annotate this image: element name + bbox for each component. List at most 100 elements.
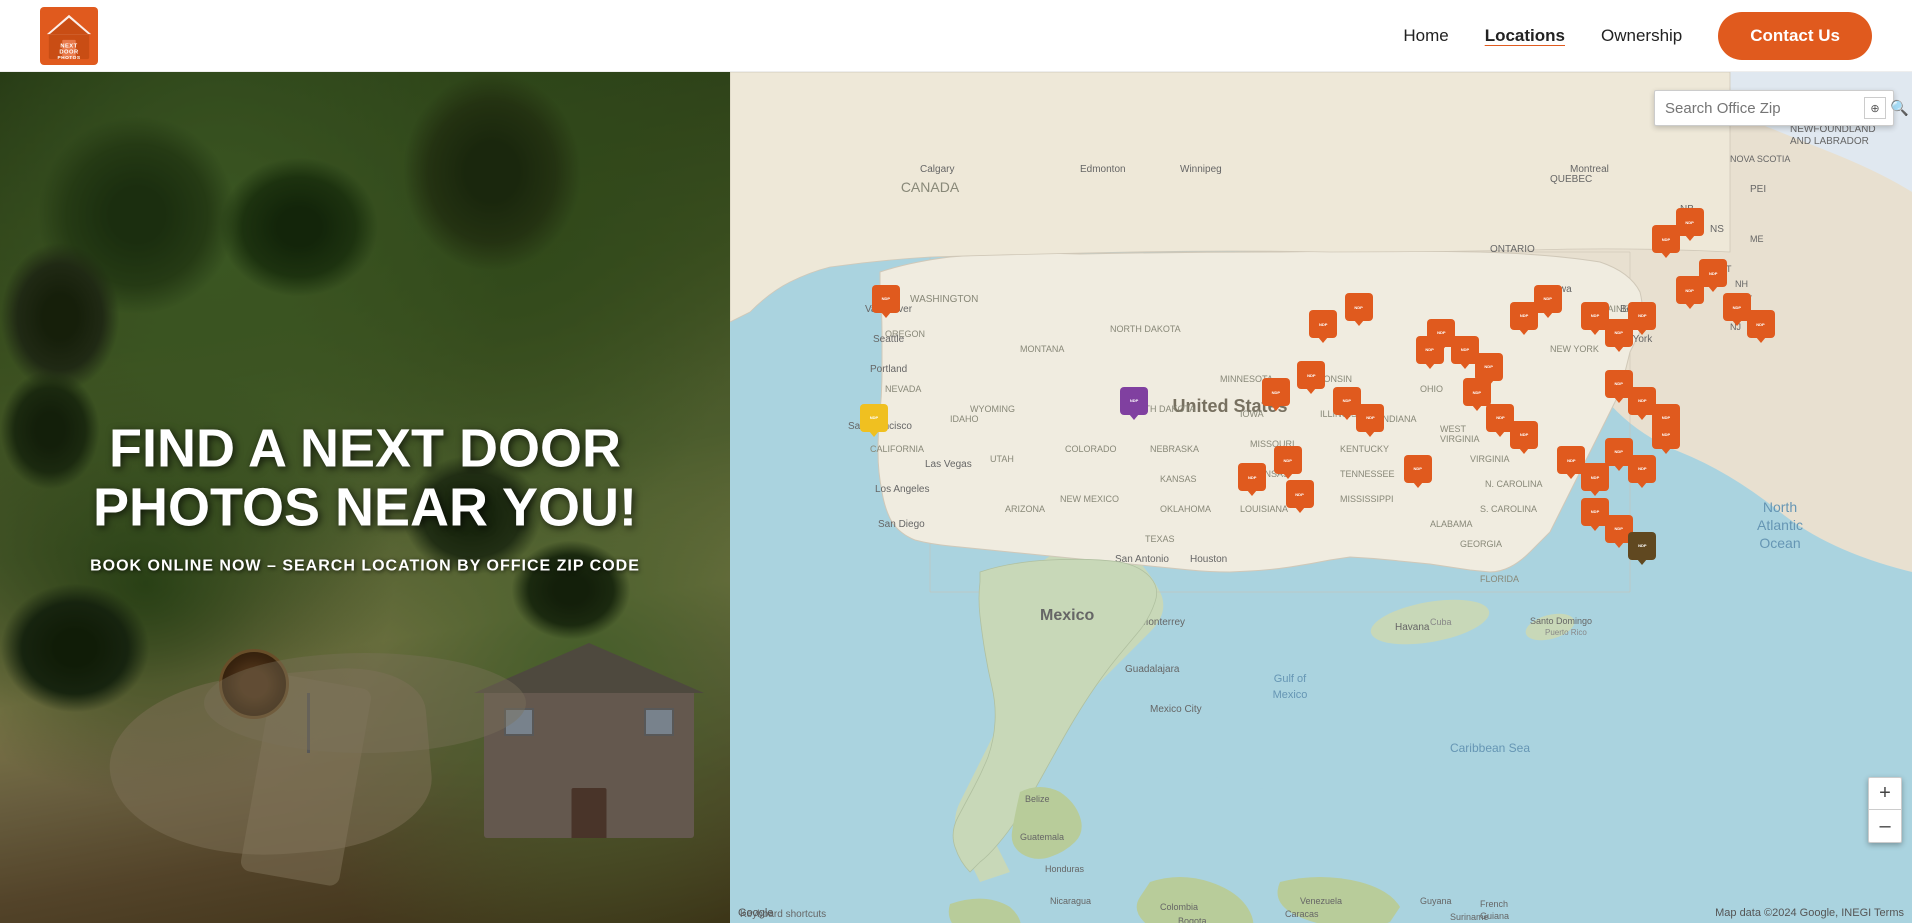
svg-text:Las Vegas: Las Vegas — [925, 459, 972, 470]
search-bar[interactable]: ⊕ 🔍 — [1654, 90, 1894, 126]
map-attribution-right: Map data ©2024 Google, INEGI Terms — [1715, 907, 1904, 919]
svg-text:WEST: WEST — [1440, 424, 1467, 434]
logo-area[interactable]: NEXT DOOR PHOTOS — [40, 7, 98, 65]
svg-text:ALABAMA: ALABAMA — [1430, 519, 1473, 529]
svg-text:ONTARIO: ONTARIO — [1490, 244, 1535, 255]
map-pin-tx3[interactable]: NDP — [1274, 446, 1302, 476]
svg-text:Belize: Belize — [1025, 794, 1050, 804]
svg-text:CANADA: CANADA — [901, 179, 960, 195]
hero-text: FIND A NEXT DOOR PHOTOS NEAR YOU! BOOK O… — [75, 419, 655, 576]
svg-text:IDAHO: IDAHO — [950, 414, 979, 424]
svg-text:S. CAROLINA: S. CAROLINA — [1480, 504, 1537, 514]
svg-text:PHOTOS: PHOTOS — [57, 55, 80, 61]
svg-text:Nicaragua: Nicaragua — [1050, 896, 1091, 906]
map-pin-ct1[interactable]: NDP — [1747, 310, 1775, 340]
svg-text:CALIFORNIA: CALIFORNIA — [870, 444, 924, 454]
map-pin-mn1[interactable]: NDP — [1309, 310, 1337, 340]
svg-text:PEI: PEI — [1750, 184, 1766, 195]
header: NEXT DOOR PHOTOS Home Locations Ownershi… — [0, 0, 1912, 72]
map-pin-fl3[interactable]: NDP — [1628, 532, 1656, 562]
main-content: FIND A NEXT DOOR PHOTOS NEAR YOU! BOOK O… — [0, 0, 1912, 923]
map-pin-mn2[interactable]: NDP — [1345, 293, 1373, 323]
search-magnifier-icon[interactable]: 🔍 — [1890, 99, 1909, 117]
svg-text:Cuba: Cuba — [1430, 617, 1452, 627]
contact-button[interactable]: Contact Us — [1718, 12, 1872, 60]
svg-text:TEXAS: TEXAS — [1145, 534, 1175, 544]
svg-text:NEW MEXICO: NEW MEXICO — [1060, 494, 1119, 504]
nav-links: Home Locations Ownership Contact Us — [1403, 12, 1872, 60]
svg-text:NEVADA: NEVADA — [885, 384, 921, 394]
svg-text:Guadalajara: Guadalajara — [1125, 664, 1180, 675]
svg-text:Bogota: Bogota — [1178, 916, 1207, 923]
map-pin-ia1[interactable]: NDP — [1297, 361, 1325, 391]
map-pin-wi1[interactable]: NDP — [1416, 336, 1444, 366]
map-pin-ga1[interactable]: NDP — [1581, 463, 1609, 493]
logo: NEXT DOOR PHOTOS — [40, 7, 98, 65]
map-pin-pa1[interactable]: NDP — [1628, 302, 1656, 332]
svg-text:Venezuela: Venezuela — [1300, 896, 1342, 906]
svg-text:Colombia: Colombia — [1160, 902, 1198, 912]
svg-text:NEW YORK: NEW YORK — [1550, 344, 1599, 354]
zoom-in-button[interactable]: + — [1869, 778, 1901, 810]
svg-text:Guatemala: Guatemala — [1020, 832, 1064, 842]
map-attribution-left: Google — [738, 907, 773, 919]
svg-text:LOUISIANA: LOUISIANA — [1240, 504, 1288, 514]
svg-text:AND LABRADOR: AND LABRADOR — [1790, 136, 1869, 147]
map-pin-on2[interactable]: NDP — [1676, 208, 1704, 238]
svg-text:MISSISSIPPI: MISSISSIPPI — [1340, 494, 1394, 504]
zoom-out-button[interactable]: – — [1869, 810, 1901, 842]
svg-text:French: French — [1480, 899, 1508, 909]
svg-text:ME: ME — [1750, 234, 1764, 244]
map-pin-mi2[interactable]: NDP — [1534, 285, 1562, 315]
svg-text:IOWA: IOWA — [1240, 409, 1264, 419]
map-pin-ny2[interactable]: NDP — [1699, 259, 1727, 289]
svg-text:NOVA SCOTIA: NOVA SCOTIA — [1730, 154, 1790, 164]
nav-ownership[interactable]: Ownership — [1601, 26, 1682, 46]
map-container[interactable]: North Atlantic Ocean Caribbean Sea Gulf … — [730, 72, 1912, 923]
svg-text:Edmonton: Edmonton — [1080, 164, 1126, 175]
svg-text:UTAH: UTAH — [990, 454, 1014, 464]
map-pin-tn1[interactable]: NDP — [1510, 421, 1538, 451]
map-pin-la-ca[interactable]: NDP — [860, 404, 888, 434]
svg-text:Ocean: Ocean — [1759, 535, 1800, 551]
map-pin-mo2[interactable]: NDP — [1356, 404, 1384, 434]
svg-text:Caracas: Caracas — [1285, 909, 1319, 919]
svg-text:GEORGIA: GEORGIA — [1460, 539, 1502, 549]
map-pin-co1[interactable]: NDP — [1120, 387, 1148, 417]
map-pin-seattle[interactable]: NDP — [872, 285, 900, 315]
svg-text:OHIO: OHIO — [1420, 384, 1443, 394]
svg-text:DOOR: DOOR — [59, 49, 79, 55]
svg-text:Atlantic: Atlantic — [1757, 517, 1803, 533]
svg-text:Winnipeg: Winnipeg — [1180, 164, 1222, 175]
search-input[interactable] — [1665, 100, 1864, 117]
svg-text:NEBRASKA: NEBRASKA — [1150, 444, 1199, 454]
svg-text:Mexico City: Mexico City — [1150, 704, 1202, 715]
svg-text:KANSAS: KANSAS — [1160, 474, 1197, 484]
svg-text:N. CAROLINA: N. CAROLINA — [1485, 479, 1543, 489]
svg-text:WASHINGTON: WASHINGTON — [910, 294, 978, 305]
map-pin-tx2[interactable]: NDP — [1286, 480, 1314, 510]
svg-text:Gulf of: Gulf of — [1274, 673, 1307, 685]
svg-text:COLORADO: COLORADO — [1065, 444, 1117, 454]
svg-text:Houston: Houston — [1190, 554, 1227, 565]
svg-text:North: North — [1763, 499, 1797, 515]
svg-text:WYOMING: WYOMING — [970, 404, 1015, 414]
map-pin-ga3[interactable]: NDP — [1628, 455, 1656, 485]
nav-locations[interactable]: Locations — [1485, 26, 1565, 46]
map-pin-ne1[interactable]: NDP — [1262, 378, 1290, 408]
hero-subtitle: BOOK ONLINE NOW – SEARCH LOCATION BY OFF… — [75, 558, 655, 576]
nav-home[interactable]: Home — [1403, 26, 1448, 46]
location-search-icon[interactable]: ⊕ — [1864, 97, 1886, 119]
svg-text:QUEBEC: QUEBEC — [1550, 174, 1592, 185]
svg-text:OKLAHOMA: OKLAHOMA — [1160, 504, 1211, 514]
svg-text:Los Angeles: Los Angeles — [875, 484, 930, 495]
svg-text:Calgary: Calgary — [920, 164, 954, 175]
svg-text:Puerto Rico: Puerto Rico — [1545, 628, 1587, 637]
map-pin-sc1[interactable]: NDP — [1652, 421, 1680, 451]
svg-text:NS: NS — [1710, 224, 1724, 235]
zoom-controls: + – — [1868, 777, 1902, 843]
map-pin-tx1[interactable]: NDP — [1238, 463, 1266, 493]
map-pin-la1[interactable]: NDP — [1404, 455, 1432, 485]
map-panel[interactable]: North Atlantic Ocean Caribbean Sea Gulf … — [730, 72, 1912, 923]
svg-text:KENTUCKY: KENTUCKY — [1340, 444, 1389, 454]
